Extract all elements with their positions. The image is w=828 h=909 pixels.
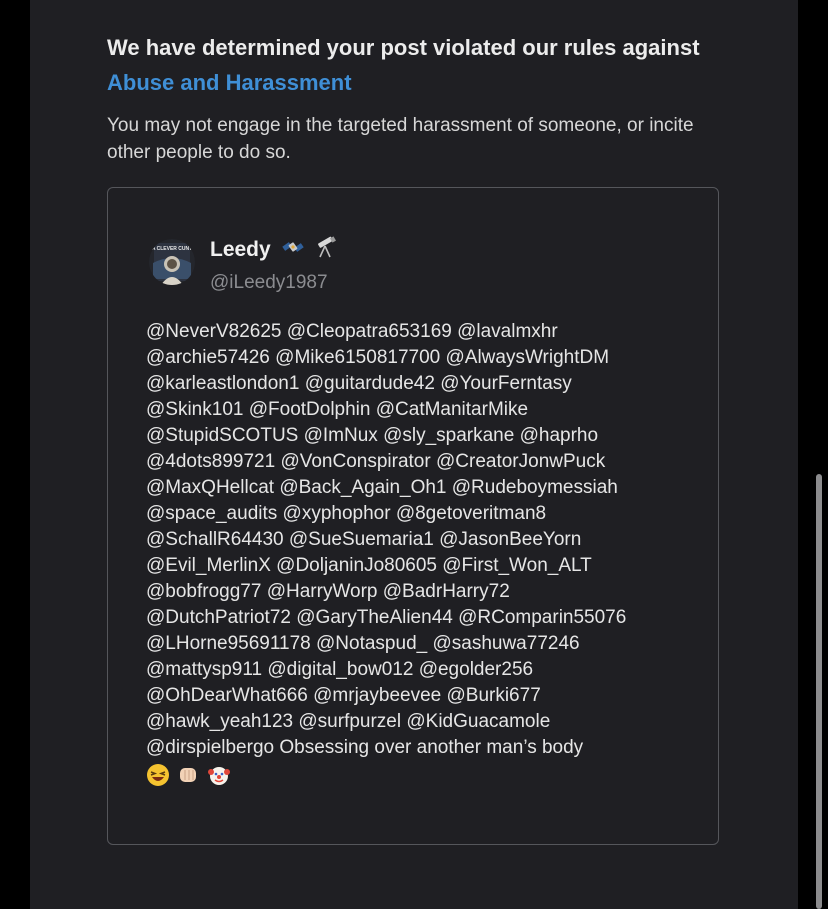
violation-headline: We have determined your post violated ou… [107, 30, 727, 100]
post-text-line: @bobfrogg77 @HarryWorp @BadrHarry72 [146, 581, 510, 602]
clown-face-icon [207, 763, 231, 795]
post-text-line: @space_audits @xyphophor @8getoveritman8 [146, 503, 547, 524]
post-text-line: @LHorne95691178 @Notaspud_ @sashuwa77246 [146, 633, 580, 654]
post-text-line: @MaxQHellcat @Back_Again_Oh1 @Rudeboymes… [146, 477, 618, 498]
avatar-text: A CLEVER CUNT [152, 246, 192, 252]
post-text-line: @4dots899721 @VonConspirator @CreatorJon… [146, 451, 606, 472]
post-body: @NeverV82625 @Cleopatra653169 @lavalmxhr… [146, 319, 706, 789]
post-text-line: @dirspielbergo Obsessing over another ma… [146, 737, 584, 758]
author-name: Leedy [210, 235, 338, 265]
post-text-line: @mattysp911 @digital_bow012 @egolder256 [146, 659, 534, 680]
post-text-line: @StupidSCOTUS @ImNux @sly_sparkane @hapr… [146, 425, 599, 446]
rule-description: You may not engage in the targeted haras… [107, 115, 694, 163]
post-text-line: @SchallR64430 @SueSuemaria1 @JasonBeeYor… [146, 529, 582, 550]
post-text-line: @OhDearWhat666 @mrjaybeevee @Burki677 [146, 685, 541, 706]
post-text-line: @karleastlondon1 @guitardude42 @YourFern… [146, 373, 572, 394]
laughing-face-icon [146, 763, 170, 795]
post-card: A CLEVER CUNT Leedy @iLeedy1987 @NeverV8… [107, 187, 719, 845]
scroll-track [798, 0, 828, 909]
scrollbar-thumb[interactable] [816, 474, 822, 909]
post-text-line: @archie57426 @Mike6150817700 @AlwaysWrig… [146, 347, 610, 368]
post-text-line: @Evil_MerlinX @DoljaninJo80605 @First_Wo… [146, 555, 592, 576]
avatar: A CLEVER CUNT [149, 239, 195, 285]
author-handle: @iLeedy1987 [210, 272, 328, 293]
post-text-line: @Skink101 @FootDolphin @CatManitarMike [146, 399, 529, 420]
author-display-name: Leedy [210, 238, 271, 261]
post-text-line: @DutchPatriot72 @GaryTheAlien44 @RCompar… [146, 607, 627, 628]
post-text-line: @hawk_yeah123 @surfpurzel @KidGuacamole [146, 711, 551, 732]
post-text-line: @NeverV82625 @Cleopatra653169 @lavalmxhr [146, 321, 558, 342]
headline-text: We have determined your post violated ou… [107, 35, 700, 60]
emoji-row [146, 763, 706, 789]
fist-bump-icon [176, 763, 200, 795]
satellite-icon [281, 235, 305, 265]
telescope-icon [314, 235, 338, 265]
rule-link[interactable]: Abuse and Harassment [107, 70, 352, 95]
